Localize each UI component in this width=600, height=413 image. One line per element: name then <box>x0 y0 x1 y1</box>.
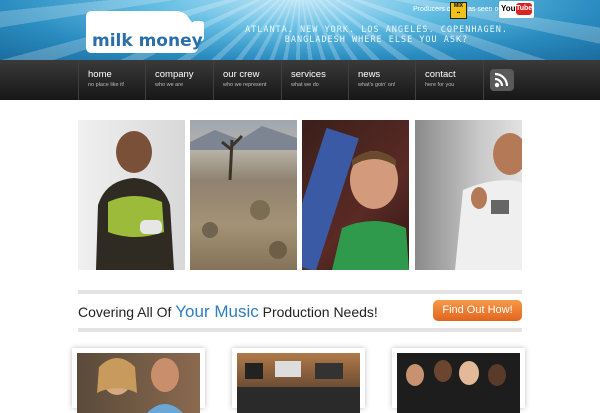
recording-studio-photo <box>237 361 360 413</box>
nav-label: company <box>155 69 194 80</box>
headline-text-start: Covering All Of <box>78 304 176 320</box>
crew-photo-2[interactable] <box>302 120 409 270</box>
thumb-image-3 <box>397 353 520 413</box>
nav-label: our crew <box>223 69 260 80</box>
logo-text: milk money <box>92 31 203 51</box>
news-thumbnail-2[interactable] <box>232 348 365 413</box>
nav-sublabel: what's goin' on! <box>358 82 396 88</box>
nav-sublabel: who we are <box>155 82 184 88</box>
man-with-guitar-photo <box>302 127 409 270</box>
divider-bottom <box>78 328 522 332</box>
crew-photo-1[interactable] <box>78 120 185 270</box>
nav-label: news <box>358 69 381 80</box>
milk-bottle-logo[interactable]: milk money <box>84 7 206 54</box>
nav-item-company[interactable]: company who we are <box>145 60 213 100</box>
nav-item-contact[interactable]: contact here for you <box>415 60 484 100</box>
nav-item-news[interactable]: news what's goin' on! <box>348 60 416 100</box>
youtube-logo[interactable]: You Tube <box>499 1 534 18</box>
as-seen-on-label: as seen on <box>468 6 503 13</box>
man-in-white-tshirt-photo <box>455 133 522 270</box>
news-thumbnail-1[interactable] <box>72 348 205 413</box>
nav-sublabel: what we do <box>291 82 319 88</box>
site-header: milk money Atlanta. New York. Los Angele… <box>0 0 600 60</box>
rss-glyph <box>494 72 509 88</box>
nav-sublabel: who we represent <box>223 82 267 88</box>
nav-label: services <box>291 69 326 80</box>
thumb-image-2 <box>237 353 360 413</box>
divider-top <box>78 290 522 294</box>
headline-text-end: Production Needs! <box>258 304 378 320</box>
cities-tagline: Atlanta. New York. Los Angeles. Copenhag… <box>244 25 509 45</box>
man-in-green-shirt-photo <box>96 131 174 270</box>
find-out-how-button[interactable]: Find Out How! <box>433 300 522 321</box>
desert-photo[interactable] <box>190 120 297 270</box>
page-headline: Covering All Of Your Music Production Ne… <box>78 302 378 322</box>
nav-sublabel: here for you <box>425 82 455 88</box>
crew-photo-3[interactable] <box>415 120 522 270</box>
headline-highlight: Your Music <box>175 302 259 321</box>
rss-icon[interactable] <box>490 69 514 91</box>
news-thumbnail-3[interactable] <box>392 348 525 413</box>
youtube-tube-text: Tube <box>516 3 532 15</box>
nav-item-home[interactable]: home no place like it! <box>78 60 146 100</box>
mix-badge-icon: MIX ▪▪ <box>450 2 467 19</box>
celebrities-photo <box>97 358 183 413</box>
thumb-image-1 <box>77 353 200 413</box>
nav-label: home <box>88 69 112 80</box>
nav-sublabel: no place like it! <box>88 82 125 88</box>
group-photo <box>406 360 506 386</box>
nav-item-our-crew[interactable]: our crew who we represent <box>213 60 281 100</box>
youtube-you-text: You <box>501 4 516 13</box>
producers-of-label: Producers of <box>413 6 453 13</box>
nav-item-services[interactable]: services what we do <box>281 60 349 100</box>
nav-label: contact <box>425 69 456 80</box>
joshua-tree-desert-photo <box>190 126 297 259</box>
